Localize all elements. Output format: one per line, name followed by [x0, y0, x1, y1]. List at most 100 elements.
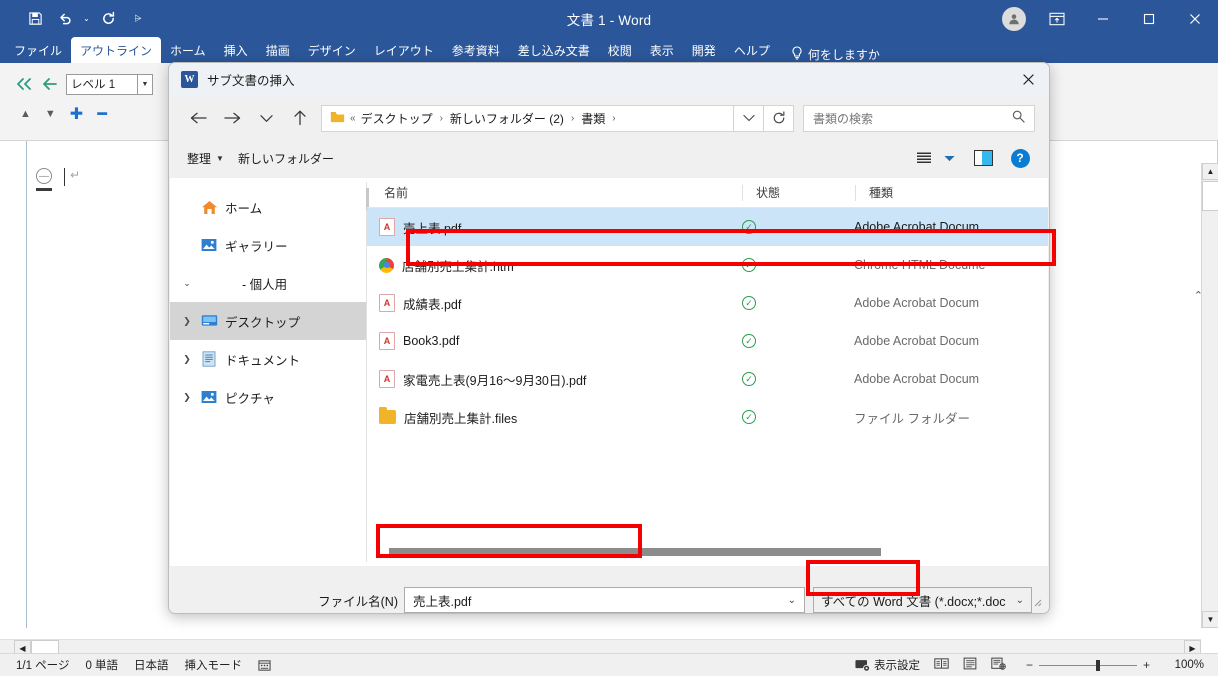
tab-developer[interactable]: 開発 [683, 37, 725, 63]
save-icon[interactable] [20, 5, 50, 33]
dialog-close-icon[interactable] [1007, 63, 1049, 97]
close-button[interactable] [1172, 0, 1218, 37]
address-overflow-chevrons[interactable]: « [350, 113, 356, 124]
promote-icon[interactable] [40, 74, 60, 94]
tab-design[interactable]: デザイン [299, 37, 365, 63]
chevron-down-icon[interactable]: ⌄ [1013, 595, 1024, 606]
column-header-name[interactable]: 名前 [367, 184, 742, 201]
minimize-button[interactable] [1080, 0, 1126, 37]
view-options-chevron-down-icon[interactable] [937, 145, 961, 171]
breadcrumb-shorui[interactable]: 書類 [581, 110, 605, 127]
scroll-up-button[interactable]: ▲ [1202, 163, 1218, 180]
undo-icon[interactable] [50, 5, 80, 33]
column-header-type[interactable]: 種類 [856, 184, 1048, 201]
search-input[interactable]: 書類の検索 [803, 104, 1035, 132]
up-one-level-icon[interactable] [283, 103, 317, 133]
promote-to-heading1-icon[interactable] [14, 74, 34, 94]
display-settings-button[interactable]: 表示設定 [855, 657, 920, 673]
redo-icon[interactable] [93, 5, 123, 33]
organize-button[interactable]: 整理 ▼ [187, 150, 238, 167]
status-insert-mode[interactable]: 挿入モード [185, 657, 243, 673]
recent-locations-chevron-down-icon[interactable] [249, 103, 283, 133]
help-button[interactable]: ? [1005, 145, 1035, 171]
tab-home[interactable]: ホーム [161, 37, 215, 63]
outline-level-combo[interactable]: レベル 1 ▼ [66, 73, 153, 95]
qat-customize-icon[interactable]: ⩥ [123, 5, 153, 33]
new-folder-button[interactable]: 新しいフォルダー [238, 150, 348, 167]
undo-dropdown-icon[interactable]: ⌄ [80, 5, 93, 33]
table-row[interactable]: 店舗別売上集計.htm ✓ Chrome HTML Docume [367, 246, 1048, 284]
zoom-out-button[interactable]: − [1020, 658, 1039, 672]
sidebar-item-desktop[interactable]: ❯ デスクトップ [170, 302, 366, 340]
view-options-button[interactable] [911, 145, 937, 171]
collapse-icon[interactable]: ━ [97, 104, 107, 124]
zoom-in-button[interactable]: + [1137, 658, 1156, 672]
outline-collapsed-marker-icon[interactable]: — [36, 168, 52, 184]
ribbon-display-options-icon[interactable] [1034, 0, 1080, 37]
status-language[interactable]: 日本語 [134, 657, 169, 673]
zoom-level-label[interactable]: 100% [1170, 659, 1204, 671]
outline-first-item[interactable]: — ↵ [36, 168, 80, 186]
address-history-chevron-down-icon[interactable] [734, 104, 764, 132]
zoom-track[interactable] [1038, 659, 1137, 671]
breadcrumb-separator-3[interactable]: › [612, 113, 615, 124]
web-layout-icon[interactable] [991, 657, 1006, 673]
table-row[interactable]: A 家電売上表(9月16〜9月30日).pdf ✓ Adobe Acrobat … [367, 360, 1048, 398]
tab-review[interactable]: 校閲 [599, 37, 641, 63]
sidebar-item-gallery[interactable]: ギャラリー [170, 226, 366, 264]
breadcrumb-separator-1[interactable]: › [440, 113, 443, 124]
filename-input[interactable]: 売上表.pdf ⌄ [404, 587, 805, 613]
tab-help[interactable]: ヘルプ [725, 37, 779, 63]
status-word-count[interactable]: 0 単語 [85, 657, 118, 673]
chevron-down-icon[interactable]: ⌄ [788, 595, 796, 606]
vertical-scrollbar[interactable]: ▲ ▼ [1201, 163, 1218, 628]
vertical-scroll-thumb[interactable] [1202, 181, 1218, 211]
sidebar-item-documents[interactable]: ❯ ドキュメント [170, 340, 366, 378]
tab-mailings[interactable]: 差し込み文書 [509, 37, 599, 63]
breadcrumb-newfolder2[interactable]: 新しいフォルダー (2) [450, 110, 564, 127]
search-icon[interactable] [1012, 110, 1025, 126]
read-mode-icon[interactable] [934, 657, 949, 673]
file-list-horizontal-scrollbar[interactable] [389, 548, 1009, 556]
column-header-state[interactable]: 状態 [743, 184, 855, 201]
move-down-icon[interactable]: ▼ [45, 108, 56, 120]
account-avatar[interactable] [994, 0, 1034, 37]
file-list-scroll-thumb[interactable] [389, 548, 881, 556]
tab-layout[interactable]: レイアウト [365, 37, 443, 63]
tab-file[interactable]: ファイル [0, 37, 71, 63]
expand-icon[interactable]: ✚ [70, 104, 83, 124]
table-row[interactable]: A Book3.pdf ✓ Adobe Acrobat Docum [367, 322, 1048, 360]
sidebar-item-pictures[interactable]: ❯ ピクチャ [170, 378, 366, 416]
sidebar-item-onedrive-personal[interactable]: ⌄ - 個人用 [170, 264, 366, 302]
move-up-icon[interactable]: ▲ [20, 108, 31, 120]
refresh-icon[interactable] [764, 104, 794, 132]
table-row[interactable]: 店舗別売上集計.files ✓ ファイル フォルダー [367, 398, 1048, 436]
address-bar[interactable]: « デスクトップ › 新しいフォルダー (2) › 書類 › [321, 104, 734, 132]
file-type-filter-select[interactable]: すべての Word 文書 (*.docx;*.doc ⌄ [813, 587, 1032, 613]
status-page-count[interactable]: 1/1 ページ [16, 657, 69, 673]
zoom-slider[interactable]: − + [1020, 658, 1156, 672]
table-row[interactable]: A 売上表.pdf ✓ Adobe Acrobat Docum [367, 208, 1048, 246]
table-row[interactable]: A 成績表.pdf ✓ Adobe Acrobat Docum [367, 284, 1048, 322]
chevron-down-icon[interactable]: ▼ [138, 73, 153, 95]
print-layout-icon[interactable] [963, 657, 977, 673]
chevron-right-icon[interactable]: ❯ [176, 354, 198, 365]
preview-pane-button[interactable] [961, 145, 1005, 171]
sidebar-item-home[interactable]: ホーム [170, 188, 366, 226]
maximize-button[interactable] [1126, 0, 1172, 37]
dialog-resize-grip[interactable] [1031, 596, 1043, 608]
breadcrumb-desktop[interactable]: デスクトップ [361, 110, 433, 127]
scroll-down-button[interactable]: ▼ [1202, 611, 1218, 628]
tell-me-box[interactable]: 何をしますか [779, 46, 880, 63]
chevron-down-icon[interactable]: ⌄ [176, 278, 198, 289]
tab-view[interactable]: 表示 [641, 37, 683, 63]
breadcrumb-separator-2[interactable]: › [571, 113, 574, 124]
forward-icon[interactable] [215, 103, 249, 133]
tab-draw[interactable]: 描画 [257, 37, 299, 63]
tab-outline[interactable]: アウトライン [71, 37, 162, 63]
tab-references[interactable]: 参考資料 [443, 37, 509, 63]
chevron-right-icon[interactable]: ❯ [176, 392, 198, 403]
back-icon[interactable] [181, 103, 215, 133]
accessibility-icon[interactable] [258, 659, 271, 672]
zoom-thumb[interactable] [1095, 659, 1100, 671]
